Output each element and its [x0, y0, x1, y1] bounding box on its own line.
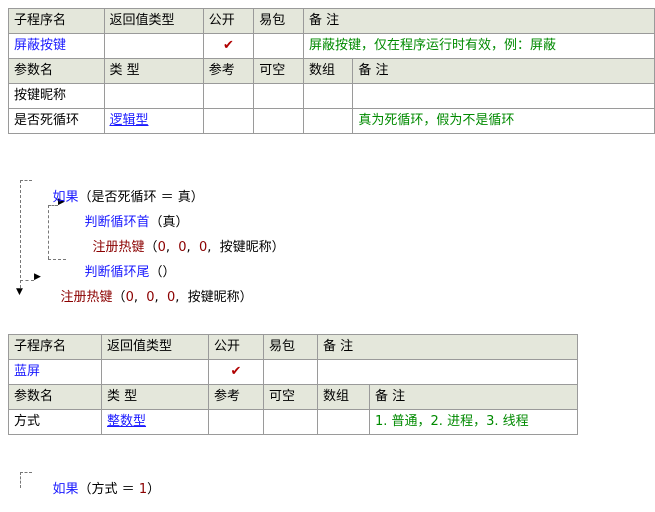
col-param-name: 参数名 — [8, 384, 102, 410]
col-param-ref: 参考 — [208, 384, 264, 410]
param-type-cell[interactable]: 逻辑型 — [103, 108, 204, 134]
arg-variable: 按键昵称 — [219, 240, 272, 255]
col-param-type: 类 型 — [103, 58, 204, 84]
param-name-cell[interactable]: 按键昵称 — [8, 83, 105, 109]
col-param-name: 参数名 — [8, 58, 105, 84]
param-name-cell[interactable]: 是否死循环 — [8, 108, 105, 134]
param-header-row: 参数名 类 型 参考 可空 数组 备 注 — [8, 384, 578, 410]
condition-number[interactable]: 1 — [139, 482, 147, 497]
comma: , — [154, 290, 167, 305]
param-type-cell[interactable] — [103, 83, 204, 109]
flow-line — [20, 280, 34, 281]
col-param-array: 数组 — [302, 58, 354, 84]
arg-number: 0 — [146, 290, 155, 305]
param-row[interactable]: 方式 整数型 1. 普通，2. 进程，3. 线程 — [8, 409, 578, 435]
param-row[interactable]: 按键昵称 — [8, 83, 655, 109]
arg-number: 0 — [166, 290, 176, 305]
col-param-nullable: 可空 — [253, 58, 304, 84]
subroutine-note-cell[interactable]: 屏蔽按键，仅在程序运行时有效，例：屏蔽 — [303, 33, 655, 59]
flow-line — [20, 472, 32, 473]
col-public: 公开 — [202, 8, 255, 34]
loop-line — [48, 259, 66, 260]
param-array-cell[interactable] — [317, 409, 370, 435]
comma: , — [186, 240, 199, 255]
flow-line — [20, 180, 32, 181]
subroutine-note-cell[interactable] — [317, 359, 578, 385]
param-ref-cell[interactable] — [208, 409, 264, 435]
col-return-type: 返回值类型 — [101, 334, 209, 360]
subroutine-header-row: 子程序名 返回值类型 公开 易包 备 注 — [8, 334, 578, 360]
paren-close: ） — [239, 290, 253, 305]
public-check-icon[interactable]: ✔ — [202, 33, 255, 59]
comma: , — [207, 240, 220, 255]
param-note-cell[interactable]: 1. 普通，2. 进程，3. 线程 — [369, 409, 578, 435]
easy-package-cell[interactable] — [253, 33, 304, 59]
easy-package-cell[interactable] — [263, 359, 318, 385]
col-note: 备 注 — [303, 8, 655, 34]
arrow-right-icon: ▶ — [34, 272, 41, 282]
paren-close: ） — [271, 240, 285, 255]
subroutine-name-cell[interactable]: 屏蔽按键 — [8, 33, 105, 59]
comma: , — [133, 290, 147, 305]
col-return-type: 返回值类型 — [103, 8, 204, 34]
subroutine-table-1: 子程序名 返回值类型 公开 易包 备 注 屏蔽按键 ✔ 屏蔽按键，仅在程序运行时… — [8, 8, 655, 134]
if-condition-close[interactable]: ） — [147, 482, 160, 497]
arg-variable: 按键昵称 — [187, 290, 240, 305]
param-header-row: 参数名 类 型 参考 可空 数组 备 注 — [8, 58, 655, 84]
subroutine-header-row: 子程序名 返回值类型 公开 易包 备 注 — [8, 8, 655, 34]
col-param-ref: 参考 — [202, 58, 255, 84]
arg-number: 0 — [178, 240, 187, 255]
param-array-cell[interactable] — [302, 108, 354, 134]
subroutine-table-2: 子程序名 返回值类型 公开 易包 备 注 蓝屏 ✔ 参数名 类 型 参考 可空 … — [8, 334, 578, 435]
param-array-cell[interactable] — [302, 83, 354, 109]
param-ref-cell[interactable] — [202, 83, 255, 109]
col-easy-package: 易包 — [253, 8, 304, 34]
subroutine-name-cell[interactable]: 蓝屏 — [8, 359, 102, 385]
return-type-cell[interactable] — [103, 33, 204, 59]
param-row[interactable]: 是否死循环 逻辑型 真为死循环，假为不是循环 — [8, 108, 655, 134]
param-nullable-cell[interactable] — [263, 409, 318, 435]
col-public: 公开 — [208, 334, 264, 360]
col-param-note: 备 注 — [369, 384, 578, 410]
col-easy-package: 易包 — [263, 334, 318, 360]
arrow-down-icon: ▼ — [16, 287, 23, 297]
col-param-type: 类 型 — [101, 384, 209, 410]
comma: , — [175, 290, 188, 305]
param-ref-cell[interactable] — [202, 108, 255, 134]
public-check-icon[interactable]: ✔ — [208, 359, 264, 385]
paren-open: （ — [112, 290, 126, 305]
col-param-array: 数组 — [317, 384, 370, 410]
arg-number: 0 — [198, 240, 208, 255]
param-name-cell[interactable]: 方式 — [8, 409, 102, 435]
col-param-nullable: 可空 — [263, 384, 318, 410]
flow-line — [20, 180, 21, 288]
col-subroutine-name: 子程序名 — [8, 8, 105, 34]
register-hotkey-line[interactable]: 注册热键（0, 0, 0, 按键昵称） — [44, 271, 253, 320]
col-param-note: 备 注 — [352, 58, 655, 84]
col-note: 备 注 — [317, 334, 578, 360]
subroutine-row[interactable]: 屏蔽按键 ✔ 屏蔽按键，仅在程序运行时有效，例：屏蔽 — [8, 33, 655, 59]
subroutine-row[interactable]: 蓝屏 ✔ — [8, 359, 578, 385]
param-note-cell[interactable] — [352, 83, 655, 109]
param-note-cell[interactable]: 真为死循环，假为不是循环 — [352, 108, 655, 134]
arg-number: 0 — [125, 290, 134, 305]
param-type-cell[interactable]: 整数型 — [101, 409, 209, 435]
register-hotkey-fn[interactable]: 注册热键 — [61, 290, 113, 305]
if-condition[interactable]: （方式 ＝ — [79, 482, 139, 497]
flow-line — [20, 472, 21, 488]
param-nullable-cell[interactable] — [253, 83, 304, 109]
return-type-cell[interactable] — [101, 359, 209, 385]
col-subroutine-name: 子程序名 — [8, 334, 102, 360]
param-nullable-cell[interactable] — [253, 108, 304, 134]
if-keyword[interactable]: 如果 — [53, 482, 79, 497]
